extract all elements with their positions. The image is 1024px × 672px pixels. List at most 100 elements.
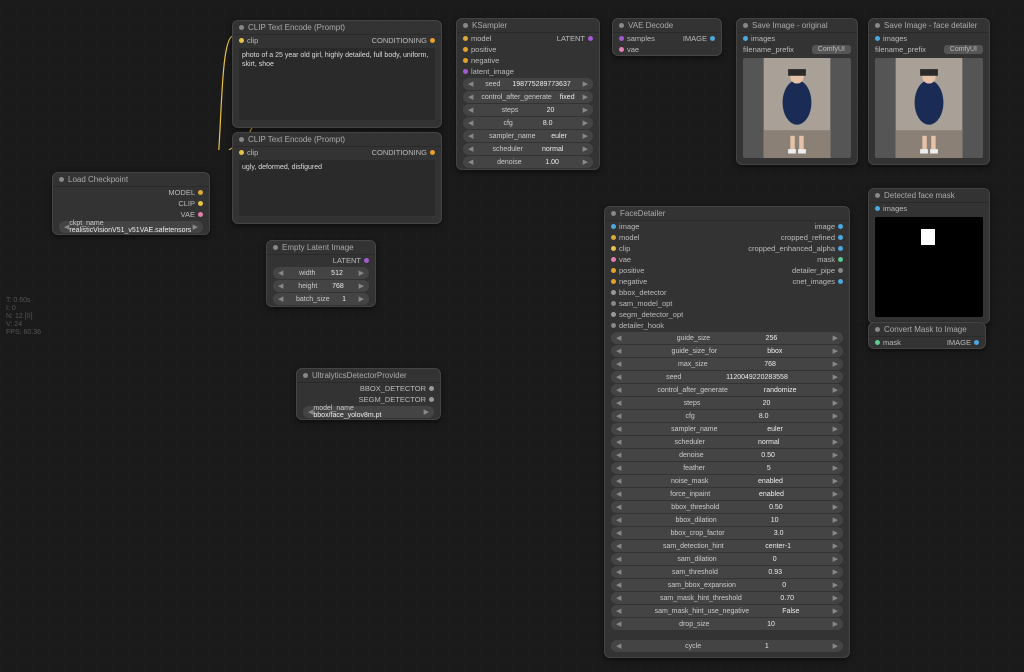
port-cond[interactable] <box>430 38 435 43</box>
widget-bbox_dilation[interactable]: ◀bbox_dilation10▶ <box>611 514 843 526</box>
port-image[interactable] <box>710 36 715 41</box>
port-clip-in[interactable] <box>239 38 244 43</box>
widget-scheduler[interactable]: ◀schedulernormal▶ <box>463 143 593 155</box>
widget-scheduler[interactable]: ◀schedulernormal▶ <box>611 436 843 448</box>
port-in-sam_model_opt[interactable] <box>611 301 616 306</box>
widget-steps[interactable]: ◀steps20▶ <box>611 397 843 409</box>
port-clip-in[interactable] <box>239 150 244 155</box>
widget-force_inpaint[interactable]: ◀force_inpaintenabled▶ <box>611 488 843 500</box>
node-clip-positive[interactable]: CLIP Text Encode (Prompt) clipCONDITIONI… <box>232 20 442 128</box>
port-in-image[interactable] <box>611 224 616 229</box>
node-ultralytics[interactable]: UltralyticsDetectorProvider BBOX_DETECTO… <box>296 368 441 420</box>
port-segm[interactable] <box>429 397 434 402</box>
widget-guide_size_for[interactable]: ◀guide_size_forbbox▶ <box>611 345 843 357</box>
port-images[interactable] <box>875 36 880 41</box>
node-convert-mask[interactable]: Convert Mask to Image maskIMAGE <box>868 322 986 349</box>
widget-feather[interactable]: ◀feather5▶ <box>611 462 843 474</box>
widget-seed[interactable]: ◀seed1120049220283558▶ <box>611 371 843 383</box>
widget-bbox_threshold[interactable]: ◀bbox_threshold0.50▶ <box>611 501 843 513</box>
port-latent-out[interactable] <box>588 36 593 41</box>
widget-height[interactable]: ◀height768▶ <box>273 280 369 292</box>
port-model[interactable] <box>463 36 468 41</box>
port-negative[interactable] <box>463 58 468 63</box>
port-in-model[interactable] <box>611 235 616 240</box>
widget-drop_size[interactable]: ◀drop_size10▶ <box>611 618 843 630</box>
port-in-vae[interactable] <box>611 257 616 262</box>
node-title[interactable]: Convert Mask to Image <box>869 323 985 337</box>
port-positive[interactable] <box>463 47 468 52</box>
widget-batch_size[interactable]: ◀batch_size1▶ <box>273 293 369 305</box>
port-vae-in[interactable] <box>619 47 624 52</box>
port-mask[interactable] <box>875 340 880 345</box>
node-detected-mask[interactable]: Detected face mask images <box>868 188 990 324</box>
prompt-text[interactable]: photo of a 25 year old girl, highly deta… <box>239 48 435 120</box>
prefix-val[interactable]: ComfyUI <box>944 45 983 54</box>
widget-cfg[interactable]: ◀cfg8.0▶ <box>463 117 593 129</box>
node-title[interactable]: CLIP Text Encode (Prompt) <box>233 133 441 147</box>
widget-sam_bbox_expansion[interactable]: ◀sam_bbox_expansion0▶ <box>611 579 843 591</box>
node-title[interactable]: Save Image - face detailer <box>869 19 989 33</box>
widget-sam_dilation[interactable]: ◀sam_dilation0▶ <box>611 553 843 565</box>
widget-seed[interactable]: ◀seed198775289773637▶ <box>463 78 593 90</box>
node-title[interactable]: UltralyticsDetectorProvider <box>297 369 440 383</box>
node-empty-latent[interactable]: Empty Latent Image LATENT ◀width512▶◀hei… <box>266 240 376 307</box>
node-title[interactable]: Empty Latent Image <box>267 241 375 255</box>
widget-steps[interactable]: ◀steps20▶ <box>463 104 593 116</box>
neg-prompt-text[interactable]: ugly, deformed, disfigured <box>239 160 435 216</box>
widget-bbox_crop_factor[interactable]: ◀bbox_crop_factor3.0▶ <box>611 527 843 539</box>
port-samples[interactable] <box>619 36 624 41</box>
port-in-segm_detector_opt[interactable] <box>611 312 616 317</box>
node-clip-negative[interactable]: CLIP Text Encode (Prompt) clipCONDITIONI… <box>232 132 442 224</box>
widget-sampler_name[interactable]: ◀sampler_nameeuler▶ <box>463 130 593 142</box>
node-title[interactable]: VAE Decode <box>613 19 721 33</box>
widget-guide_size[interactable]: ◀guide_size256▶ <box>611 332 843 344</box>
port-model[interactable] <box>198 190 203 195</box>
node-title[interactable]: KSampler <box>457 19 599 33</box>
widget-denoise[interactable]: ◀denoise1.00▶ <box>463 156 593 168</box>
port-images[interactable] <box>875 206 880 211</box>
port-in-positive[interactable] <box>611 268 616 273</box>
widget-width[interactable]: ◀width512▶ <box>273 267 369 279</box>
node-title[interactable]: Save Image - original <box>737 19 857 33</box>
port-out-image[interactable] <box>838 224 843 229</box>
node-title[interactable]: Detected face mask <box>869 189 989 203</box>
widget-denoise[interactable]: ◀denoise0.50▶ <box>611 449 843 461</box>
node-save-facedetailer[interactable]: Save Image - face detailer images filena… <box>868 18 990 165</box>
port-latent[interactable] <box>364 258 369 263</box>
node-facedetailer[interactable]: FaceDetailer imageimagemodelcropped_refi… <box>604 206 850 658</box>
port-vae[interactable] <box>198 212 203 217</box>
port-cond[interactable] <box>430 150 435 155</box>
port-out-cropped_refined[interactable] <box>838 235 843 240</box>
port-out-detailer_pipe[interactable] <box>838 268 843 273</box>
widget-control_after_generate[interactable]: ◀control_after_generaterandomize▶ <box>611 384 843 396</box>
port-out-cropped_enhanced_alpha[interactable] <box>838 246 843 251</box>
ckpt-name-widget[interactable]: ◀ckpt_name realisticVisionV51_v51VAE.saf… <box>59 221 203 233</box>
widget-sampler_name[interactable]: ◀sampler_nameeuler▶ <box>611 423 843 435</box>
widget-control_after_generate[interactable]: ◀control_after_generatefixed▶ <box>463 91 593 103</box>
node-save-original[interactable]: Save Image - original images filename_pr… <box>736 18 858 165</box>
port-image[interactable] <box>974 340 979 345</box>
port-in-detailer_hook[interactable] <box>611 323 616 328</box>
port-images[interactable] <box>743 36 748 41</box>
widget-sam_detection_hint[interactable]: ◀sam_detection_hintcenter-1▶ <box>611 540 843 552</box>
port-latent_image[interactable] <box>463 69 468 74</box>
port-out-cnet_images[interactable] <box>838 279 843 284</box>
widget-sam_mask_hint_threshold[interactable]: ◀sam_mask_hint_threshold0.70▶ <box>611 592 843 604</box>
port-in-clip[interactable] <box>611 246 616 251</box>
widget-cfg[interactable]: ◀cfg8.0▶ <box>611 410 843 422</box>
port-in-bbox_detector[interactable] <box>611 290 616 295</box>
node-title[interactable]: FaceDetailer <box>605 207 849 221</box>
port-bbox[interactable] <box>429 386 434 391</box>
port-out-mask[interactable] <box>838 257 843 262</box>
node-title[interactable]: Load Checkpoint <box>53 173 209 187</box>
port-clip[interactable] <box>198 201 203 206</box>
widget-max_size[interactable]: ◀max_size768▶ <box>611 358 843 370</box>
port-in-negative[interactable] <box>611 279 616 284</box>
widget-noise_mask[interactable]: ◀noise_maskenabled▶ <box>611 475 843 487</box>
node-vae-decode[interactable]: VAE Decode samplesIMAGE vae <box>612 18 722 56</box>
cycle-widget[interactable]: ◀cycle1▶ <box>611 640 843 652</box>
widget-sam_mask_hint_use_negative[interactable]: ◀sam_mask_hint_use_negativeFalse▶ <box>611 605 843 617</box>
node-title[interactable]: CLIP Text Encode (Prompt) <box>233 21 441 35</box>
node-load-checkpoint[interactable]: Load Checkpoint MODEL CLIP VAE ◀ckpt_nam… <box>52 172 210 235</box>
node-ksampler[interactable]: KSampler modelLATENTpositivenegativelate… <box>456 18 600 170</box>
